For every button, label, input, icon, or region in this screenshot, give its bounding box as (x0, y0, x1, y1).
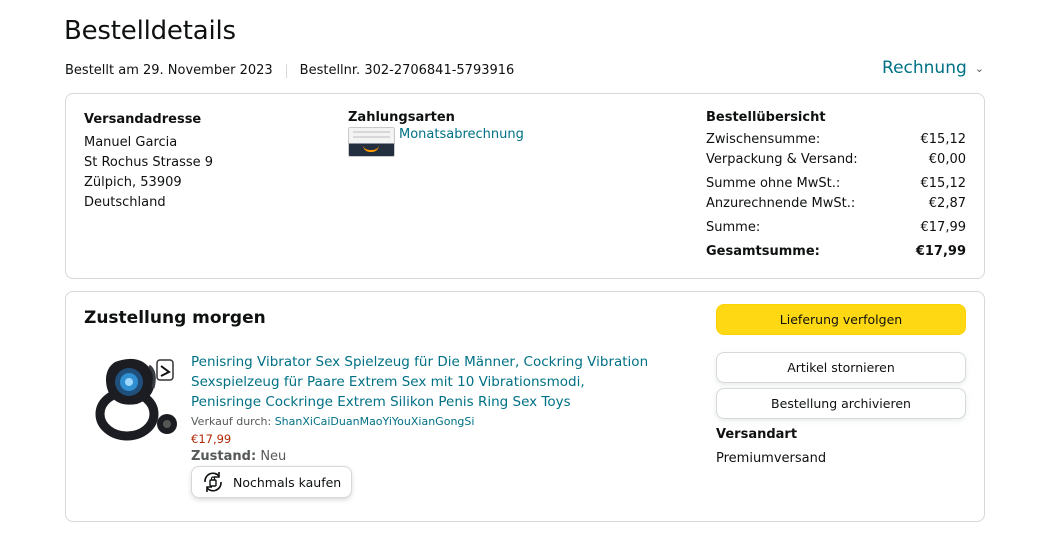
shipping-address: Versandadresse Manuel Garcia St Rochus S… (84, 110, 213, 213)
chevron-down-icon: ⌄ (974, 62, 984, 75)
seller-info: Verkauf durch: ShanXiCaiDuanMaoYiYouXian… (191, 415, 651, 428)
seller-prefix: Verkauf durch: (191, 415, 272, 428)
payment-methods: Zahlungsarten Monatsabrechnung (348, 110, 524, 157)
track-package-button[interactable]: Lieferung verfolgen (716, 304, 966, 335)
summary-row-net: Summe ohne MwSt.: €15,12 (706, 174, 966, 194)
summary-value: €0,00 (928, 152, 966, 167)
summary-row-vat: Anzurechnende MwSt.: €2,87 (706, 194, 966, 214)
summary-value: €17,99 (915, 244, 966, 259)
summary-label: Summe ohne MwSt.: (706, 176, 841, 191)
order-date: Bestellt am 29. November 2023 (65, 63, 273, 78)
divider (285, 63, 287, 78)
payment-methods-label: Zahlungsarten (348, 110, 455, 125)
delivery-status: Zustellung morgen (84, 308, 266, 328)
buy-again-icon (201, 471, 225, 493)
address-line: Deutschland (84, 195, 166, 210)
order-meta: Bestellt am 29. November 2023 Bestellnr.… (65, 63, 514, 78)
shipment-box: Zustellung morgen Penisring Vibrator Sex… (65, 291, 985, 522)
seller-link[interactable]: ShanXiCaiDuanMaoYiYouXianGongSi (275, 415, 475, 428)
summary-label: Zwischensumme: (706, 132, 821, 147)
page-title: Bestelldetails (64, 16, 236, 46)
address-line: Zülpich, 53909 (84, 175, 182, 190)
product-image[interactable] (93, 352, 179, 444)
buy-again-button[interactable]: Nochmals kaufen (191, 466, 353, 498)
order-info-box: Versandadresse Manuel Garcia St Rochus S… (65, 93, 985, 279)
summary-label: Summe: (706, 220, 761, 235)
condition-value: Neu (260, 449, 287, 464)
product-price: €17,99 (191, 432, 232, 446)
summary-row-shipping: Verpackung & Versand: €0,00 (706, 150, 966, 170)
product-details: Penisring Vibrator Sex Spielzeug für Die… (191, 352, 651, 498)
shipping-method-value: Premiumversand (716, 451, 827, 466)
summary-row-sum: Summe: €17,99 (706, 218, 966, 238)
summary-value: €15,12 (920, 176, 967, 191)
product-title-link[interactable]: Penisring Vibrator Sex Spielzeug für Die… (191, 352, 651, 412)
summary-value: €17,99 (920, 220, 967, 235)
invoice-label: Rechnung (882, 58, 967, 78)
cancel-item-button[interactable]: Artikel stornieren (716, 352, 966, 383)
summary-label: Anzurechnende MwSt.: (706, 196, 856, 211)
condition-label: Zustand: (191, 449, 257, 464)
summary-value: €2,87 (928, 196, 966, 211)
shipment-actions: Lieferung verfolgen Artikel stornieren B… (716, 304, 966, 419)
shipping-method-label: Versandart (716, 427, 798, 442)
address-line: Manuel Garcia (84, 135, 178, 150)
address-line: St Rochus Strasse 9 (84, 155, 214, 170)
order-summary-label: Bestellübersicht (706, 110, 826, 125)
invoice-dropdown[interactable]: Rechnung ⌄ (882, 58, 984, 78)
order-summary: Bestellübersicht Zwischensumme: €15,12 V… (706, 110, 966, 262)
monthly-invoice-card-icon (348, 127, 395, 157)
summary-value: €15,12 (920, 132, 967, 147)
summary-label: Gesamtsumme: (706, 244, 820, 259)
summary-row-grand-total: Gesamtsumme: €17,99 (706, 242, 966, 262)
product-condition: Zustand: Neu (191, 449, 651, 464)
payment-method-link[interactable]: Monatsabrechnung (399, 127, 524, 142)
buy-again-label: Nochmals kaufen (233, 474, 342, 490)
order-number: Bestellnr. 302-2706841-5793916 (299, 63, 515, 78)
summary-label: Verpackung & Versand: (706, 152, 858, 167)
summary-row-subtotal: Zwischensumme: €15,12 (706, 130, 966, 150)
shipping-address-label: Versandadresse (84, 112, 202, 127)
archive-order-button[interactable]: Bestellung archivieren (716, 388, 966, 419)
